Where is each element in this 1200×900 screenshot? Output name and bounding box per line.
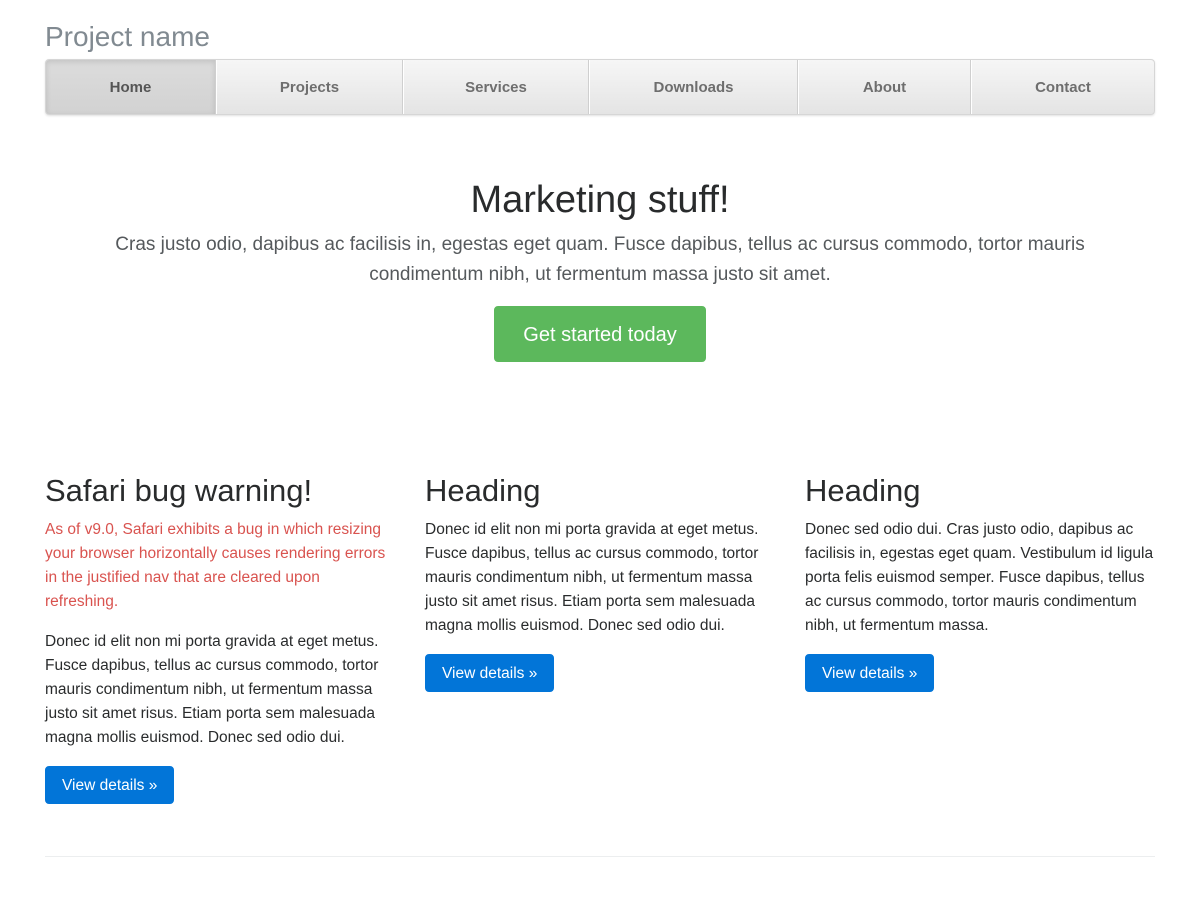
hero-title: Marketing stuff! bbox=[470, 179, 730, 221]
column-heading: Safari bug warning! bbox=[45, 473, 313, 508]
get-started-button[interactable]: Get started today bbox=[494, 306, 706, 362]
view-details-button[interactable]: View details » bbox=[45, 766, 175, 804]
column-heading-2: Heading Donec id elit non mi porta gravi… bbox=[425, 470, 775, 804]
column-body: Donec sed odio dui. Cras justo odio, dap… bbox=[805, 521, 1154, 634]
hero-lead-text: Cras justo odio, dapibus ac facilisis in… bbox=[115, 234, 1085, 285]
column-heading-3: Heading Donec sed odio dui. Cras justo o… bbox=[805, 470, 1155, 804]
feature-columns: Safari bug warning! As of v9.0, Safari e… bbox=[45, 470, 1155, 804]
page-container: Project name Home Projects Services Down… bbox=[45, 0, 1155, 900]
column-body: Donec id elit non mi porta gravida at eg… bbox=[425, 521, 759, 634]
column-safari-warning: Safari bug warning! As of v9.0, Safari e… bbox=[45, 470, 395, 804]
main-navigation: Home Projects Services Downloads About C… bbox=[45, 59, 1155, 115]
nav-item-contact[interactable]: Contact bbox=[971, 60, 1154, 114]
nav-item-downloads[interactable]: Downloads bbox=[589, 60, 798, 114]
column-heading: Heading bbox=[425, 473, 541, 508]
hero-section: Marketing stuff! Cras justo odio, dapibu… bbox=[45, 172, 1155, 362]
project-name: Project name bbox=[45, 21, 210, 52]
column-body: Donec id elit non mi porta gravida at eg… bbox=[45, 633, 379, 746]
nav-item-home[interactable]: Home bbox=[46, 60, 216, 114]
safari-warning-text: As of v9.0, Safari exhibits a bug in whi… bbox=[45, 521, 386, 610]
footer-divider bbox=[45, 856, 1155, 857]
nav-item-projects[interactable]: Projects bbox=[216, 60, 403, 114]
view-details-button[interactable]: View details » bbox=[805, 654, 935, 692]
nav-item-services[interactable]: Services bbox=[403, 60, 589, 114]
nav-item-about[interactable]: About bbox=[798, 60, 971, 114]
view-details-button[interactable]: View details » bbox=[425, 654, 555, 692]
column-heading: Heading bbox=[805, 473, 921, 508]
